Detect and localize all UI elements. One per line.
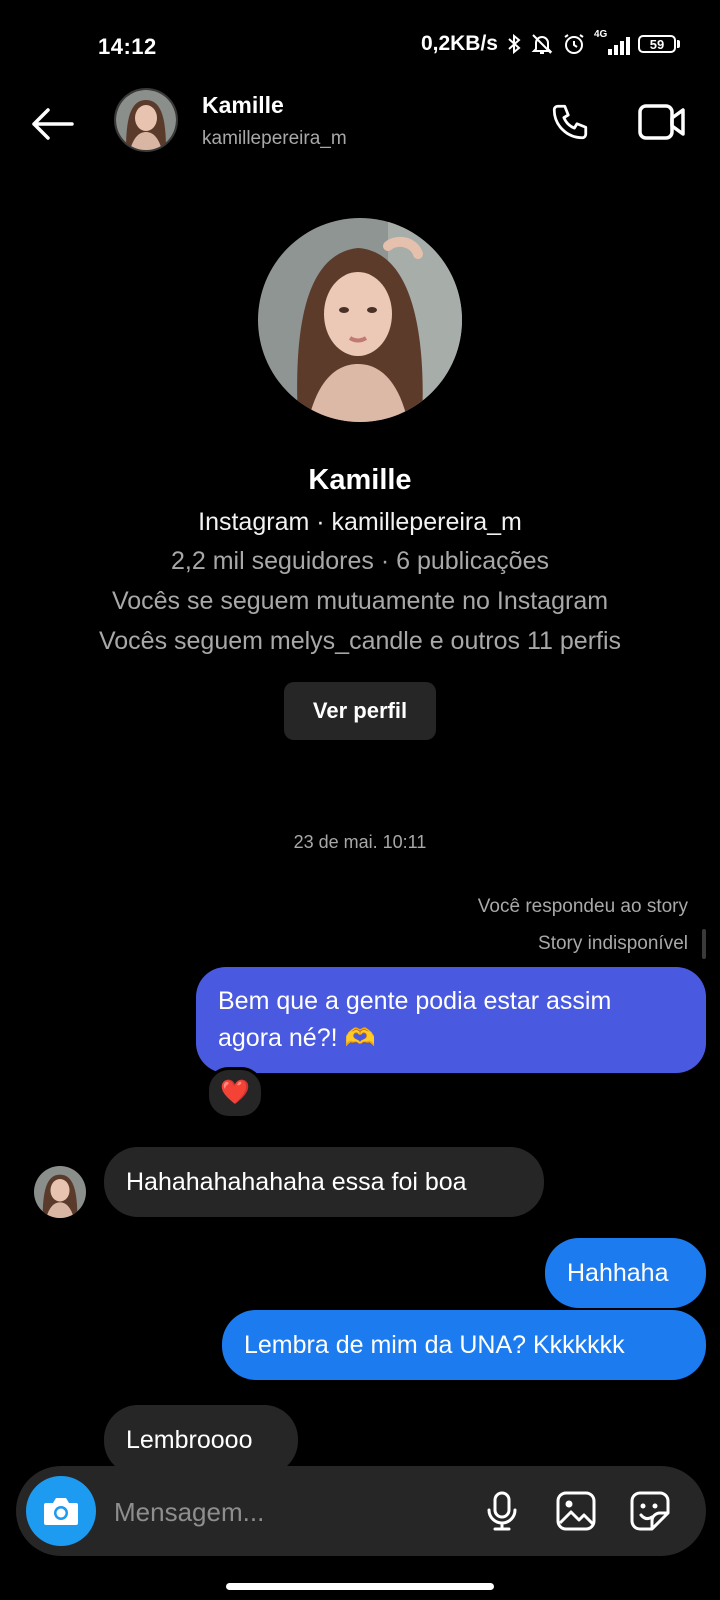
- bluetooth-icon: [508, 33, 521, 55]
- profile-platform-username: Instagram · kamillepereira_m: [198, 508, 522, 536]
- profile-name: Kamille: [308, 464, 412, 496]
- battery-level: 59: [638, 35, 676, 53]
- profile-photo[interactable]: [258, 218, 462, 422]
- back-button[interactable]: [26, 98, 78, 150]
- outgoing-message-bubble[interactable]: Bem que a gente podia estar assim agora …: [196, 967, 706, 1073]
- camera-icon: [44, 1498, 78, 1525]
- profile-image: [258, 218, 462, 422]
- status-time: 14:12: [98, 34, 157, 59]
- sticker-icon: [630, 1491, 670, 1531]
- message-text-line: agora né?! 🫶: [218, 1024, 376, 1052]
- voice-call-button[interactable]: [546, 98, 594, 146]
- header-username[interactable]: kamillepereira_m: [202, 128, 347, 150]
- back-arrow-icon: [32, 108, 74, 140]
- phone-icon: [552, 104, 588, 140]
- gallery-icon: [556, 1491, 596, 1531]
- story-reply-note: Você respondeu ao story: [477, 896, 688, 917]
- header-name[interactable]: Kamille: [202, 92, 284, 119]
- story-unavailable-label[interactable]: Story indisponível: [538, 933, 688, 955]
- story-preview-bar: [702, 929, 706, 959]
- gallery-button[interactable]: [550, 1485, 602, 1537]
- camera-button[interactable]: [26, 1476, 96, 1546]
- view-profile-button[interactable]: Ver perfil: [284, 682, 436, 740]
- message-avatar[interactable]: [34, 1166, 86, 1218]
- message-text: Hahahahahahaha essa foi boa: [126, 1168, 467, 1196]
- microphone-icon: [487, 1491, 517, 1531]
- signal-icon: 4G: [594, 29, 630, 55]
- voice-message-button[interactable]: [476, 1485, 528, 1537]
- net-speed: 0,2KB/s: [420, 32, 498, 55]
- message-text-line: Bem que a gente podia estar assim: [218, 987, 612, 1015]
- video-camera-icon: [638, 104, 685, 140]
- home-indicator[interactable]: [226, 1583, 494, 1590]
- header-avatar[interactable]: [114, 88, 178, 152]
- battery-icon: 59: [638, 35, 680, 53]
- profile-stats: 2,2 mil seguidores · 6 publicações: [171, 547, 549, 575]
- incoming-message-bubble[interactable]: Lembroooo: [104, 1405, 298, 1475]
- network-type: 4G: [594, 29, 608, 40]
- heart-reaction[interactable]: ❤️: [206, 1067, 264, 1119]
- video-call-button[interactable]: [636, 98, 688, 146]
- heart-icon: ❤️: [220, 1079, 250, 1106]
- message-input[interactable]: [112, 1486, 456, 1538]
- message-text: Lembroooo: [126, 1426, 253, 1454]
- profile-followed-by: Vocês seguem melys_candle e outros 11 pe…: [98, 627, 622, 655]
- profile-mutual-follow: Vocês se seguem mutuamente no Instagram: [111, 587, 609, 615]
- avatar-image: [34, 1166, 86, 1218]
- message-text: Lembra de mim da UNA? Kkkkkkk: [244, 1331, 625, 1359]
- message-timestamp: 23 de mai. 10:11: [293, 832, 427, 852]
- sticker-button[interactable]: [624, 1485, 676, 1537]
- alarm-icon: [564, 34, 584, 54]
- incoming-message-bubble[interactable]: Hahahahahahaha essa foi boa: [104, 1147, 544, 1217]
- status-icons: 0,2KB/s 4G 59: [420, 29, 680, 56]
- outgoing-message-bubble[interactable]: Lembra de mim da UNA? Kkkkkkk: [222, 1310, 706, 1380]
- mute-bell-icon: [531, 34, 553, 54]
- avatar-image: [116, 90, 176, 150]
- outgoing-message-bubble[interactable]: Hahhaha: [545, 1238, 706, 1308]
- message-text: Hahhaha: [567, 1259, 669, 1287]
